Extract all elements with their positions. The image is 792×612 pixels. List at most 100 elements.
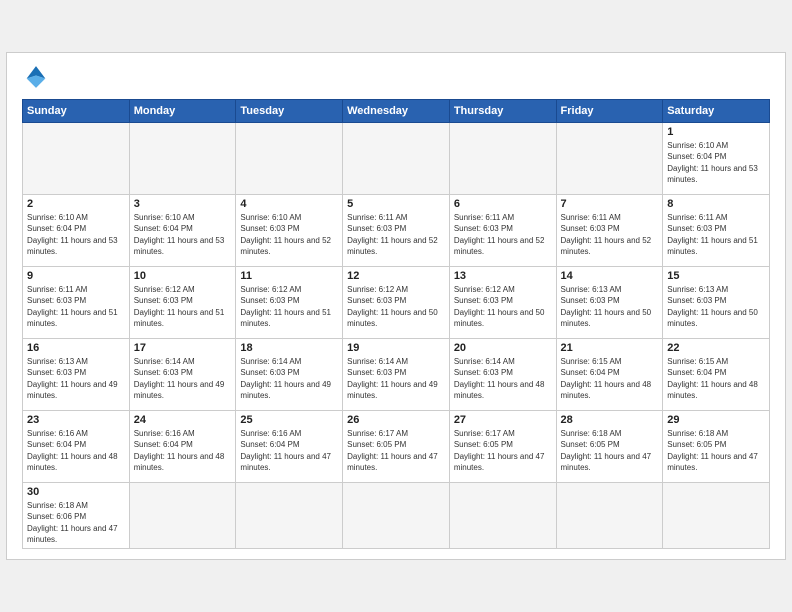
day-cell: 10 Sunrise: 6:12 AMSunset: 6:03 PMDayligh… — [129, 267, 236, 339]
day-number: 3 — [134, 198, 232, 210]
day-info: Sunrise: 6:14 AMSunset: 6:03 PMDaylight:… — [240, 356, 338, 401]
day-cell: 16Sunrise: 6:13 AMSunset: 6:03 PMDayligh… — [23, 339, 130, 411]
weekday-header-wednesday: Wednesday — [343, 100, 450, 123]
day-info: Sunrise: 6:10 AMSunset: 6:03 PMDaylight:… — [240, 212, 338, 257]
weekday-header-monday: Monday — [129, 100, 236, 123]
day-number: 21 — [561, 342, 659, 354]
day-number: 26 — [347, 414, 445, 426]
day-info: Sunrise: 6:11 AMSunset: 6:03 PMDaylight:… — [454, 212, 552, 257]
day-number: 8 — [667, 198, 765, 210]
day-cell: 28 Sunrise: 6:18 AMSunset: 6:05 PMDayligh… — [556, 411, 663, 483]
week-row-3: 9 Sunrise: 6:11 AMSunset: 6:03 PMDaylight… — [23, 267, 770, 339]
day-number: 11 — [240, 270, 338, 282]
day-cell: 6 Sunrise: 6:11 AMSunset: 6:03 PMDaylight… — [449, 195, 556, 267]
day-info: Sunrise: 6:12 AMSunset: 6:03 PMDaylight:… — [134, 284, 232, 329]
day-cell: 17Sunrise: 6:14 AMSunset: 6:03 PMDayligh… — [129, 339, 236, 411]
day-number: 19 — [347, 342, 445, 354]
day-cell: 15Sunrise: 6:13 AMSunset: 6:03 PMDayligh… — [663, 267, 770, 339]
day-cell: 5 Sunrise: 6:11 AMSunset: 6:03 PMDaylight… — [343, 195, 450, 267]
week-row-4: 16Sunrise: 6:13 AMSunset: 6:03 PMDayligh… — [23, 339, 770, 411]
day-info: Sunrise: 6:12 AMSunset: 6:03 PMDaylight:… — [347, 284, 445, 329]
day-number: 5 — [347, 198, 445, 210]
day-cell — [449, 123, 556, 195]
day-cell: 27Sunrise: 6:17 AMSunset: 6:05 PMDayligh… — [449, 411, 556, 483]
day-number: 16 — [27, 342, 125, 354]
day-cell: 22Sunrise: 6:15 AMSunset: 6:04 PMDayligh… — [663, 339, 770, 411]
day-number: 15 — [667, 270, 765, 282]
day-info: Sunrise: 6:14 AMSunset: 6:03 PMDaylight:… — [347, 356, 445, 401]
day-info: Sunrise: 6:18 AMSunset: 6:05 PMDaylight:… — [561, 428, 659, 473]
day-cell — [129, 123, 236, 195]
day-info: Sunrise: 6:16 AMSunset: 6:04 PMDaylight:… — [134, 428, 232, 473]
day-number: 18 — [240, 342, 338, 354]
day-cell: 20 Sunrise: 6:14 AMSunset: 6:03 PMDayligh… — [449, 339, 556, 411]
day-number: 10 — [134, 270, 232, 282]
weekday-header-friday: Friday — [556, 100, 663, 123]
day-number: 30 — [27, 486, 125, 498]
calendar-header: SundayMondayTuesdayWednesdayThursdayFrid… — [23, 100, 770, 123]
day-cell — [236, 483, 343, 549]
weekday-header-row: SundayMondayTuesdayWednesdayThursdayFrid… — [23, 100, 770, 123]
day-info: Sunrise: 6:17 AMSunset: 6:05 PMDaylight:… — [347, 428, 445, 473]
day-cell: 9 Sunrise: 6:11 AMSunset: 6:03 PMDaylight… — [23, 267, 130, 339]
week-row-6: 30 Sunrise: 6:18 AMSunset: 6:06 PMDayligh… — [23, 483, 770, 549]
day-cell — [23, 123, 130, 195]
calendar-container: SundayMondayTuesdayWednesdayThursdayFrid… — [6, 52, 786, 560]
day-cell — [343, 123, 450, 195]
day-info: Sunrise: 6:11 AMSunset: 6:03 PMDaylight:… — [347, 212, 445, 257]
day-cell — [449, 483, 556, 549]
day-info: Sunrise: 6:14 AMSunset: 6:03 PMDaylight:… — [454, 356, 552, 401]
day-number: 20 — [454, 342, 552, 354]
day-number: 29 — [667, 414, 765, 426]
logo-icon — [22, 63, 50, 91]
day-number: 4 — [240, 198, 338, 210]
day-info: Sunrise: 6:11 AMSunset: 6:03 PMDaylight:… — [667, 212, 765, 257]
weekday-header-tuesday: Tuesday — [236, 100, 343, 123]
day-cell: 30 Sunrise: 6:18 AMSunset: 6:06 PMDayligh… — [23, 483, 130, 549]
day-cell — [556, 123, 663, 195]
day-cell: 18 Sunrise: 6:14 AMSunset: 6:03 PMDayligh… — [236, 339, 343, 411]
day-info: Sunrise: 6:11 AMSunset: 6:03 PMDaylight:… — [27, 284, 125, 329]
day-cell: 2 Sunrise: 6:10 AMSunset: 6:04 PMDaylight… — [23, 195, 130, 267]
day-info: Sunrise: 6:10 AMSunset: 6:04 PMDaylight:… — [27, 212, 125, 257]
day-cell: 7 Sunrise: 6:11 AMSunset: 6:03 PMDaylight… — [556, 195, 663, 267]
day-cell: 19 Sunrise: 6:14 AMSunset: 6:03 PMDayligh… — [343, 339, 450, 411]
day-number: 14 — [561, 270, 659, 282]
day-cell: 3 Sunrise: 6:10 AMSunset: 6:04 PMDaylight… — [129, 195, 236, 267]
day-cell: 1Sunrise: 6:10 AMSunset: 6:04 PMDaylight… — [663, 123, 770, 195]
day-cell: 24Sunrise: 6:16 AMSunset: 6:04 PMDayligh… — [129, 411, 236, 483]
day-info: Sunrise: 6:10 AMSunset: 6:04 PMDaylight:… — [134, 212, 232, 257]
day-cell — [343, 483, 450, 549]
day-cell: 29Sunrise: 6:18 AMSunset: 6:05 PMDayligh… — [663, 411, 770, 483]
day-number: 17 — [134, 342, 232, 354]
day-number: 25 — [240, 414, 338, 426]
calendar-table: SundayMondayTuesdayWednesdayThursdayFrid… — [22, 99, 770, 549]
logo — [22, 63, 54, 91]
day-number: 2 — [27, 198, 125, 210]
day-info: Sunrise: 6:18 AMSunset: 6:06 PMDaylight:… — [27, 500, 125, 545]
day-number: 28 — [561, 414, 659, 426]
day-info: Sunrise: 6:15 AMSunset: 6:04 PMDaylight:… — [667, 356, 765, 401]
day-number: 6 — [454, 198, 552, 210]
day-cell — [129, 483, 236, 549]
day-cell: 12 Sunrise: 6:12 AMSunset: 6:03 PMDayligh… — [343, 267, 450, 339]
week-row-1: 1Sunrise: 6:10 AMSunset: 6:04 PMDaylight… — [23, 123, 770, 195]
day-info: Sunrise: 6:12 AMSunset: 6:03 PMDaylight:… — [454, 284, 552, 329]
day-cell — [663, 483, 770, 549]
day-cell: 4 Sunrise: 6:10 AMSunset: 6:03 PMDaylight… — [236, 195, 343, 267]
day-cell: 26 Sunrise: 6:17 AMSunset: 6:05 PMDayligh… — [343, 411, 450, 483]
day-info: Sunrise: 6:16 AMSunset: 6:04 PMDaylight:… — [240, 428, 338, 473]
day-number: 9 — [27, 270, 125, 282]
day-number: 23 — [27, 414, 125, 426]
day-number: 27 — [454, 414, 552, 426]
weekday-header-saturday: Saturday — [663, 100, 770, 123]
day-number: 12 — [347, 270, 445, 282]
day-cell — [556, 483, 663, 549]
day-info: Sunrise: 6:12 AMSunset: 6:03 PMDaylight:… — [240, 284, 338, 329]
day-number: 7 — [561, 198, 659, 210]
day-info: Sunrise: 6:11 AMSunset: 6:03 PMDaylight:… — [561, 212, 659, 257]
day-number: 1 — [667, 126, 765, 138]
day-number: 13 — [454, 270, 552, 282]
header — [22, 63, 770, 91]
day-info: Sunrise: 6:13 AMSunset: 6:03 PMDaylight:… — [561, 284, 659, 329]
